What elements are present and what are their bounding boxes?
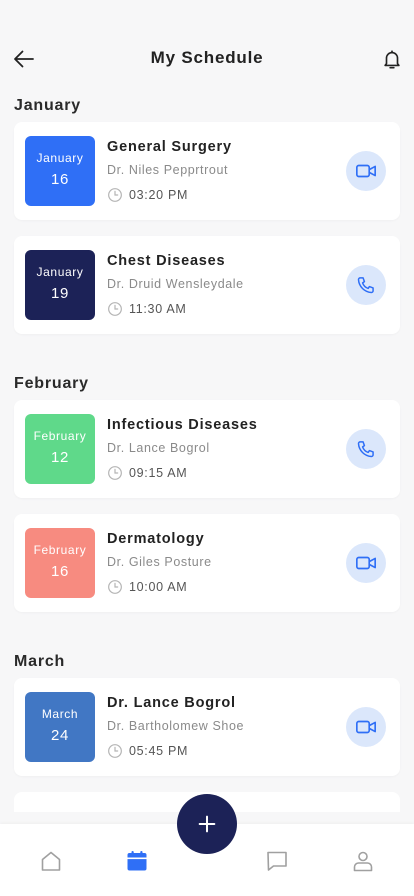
bell-icon xyxy=(384,50,400,69)
date-month: February xyxy=(33,543,87,557)
date-month: February xyxy=(33,429,87,443)
phone-call-button[interactable] xyxy=(346,429,386,469)
date-month: January xyxy=(36,151,84,165)
time-text: 11:30 AM xyxy=(129,302,187,316)
doctor-name: Dr. Giles Posture xyxy=(107,555,212,569)
date-tile: January 16 xyxy=(25,136,95,206)
time-text: 05:45 PM xyxy=(129,744,189,758)
nav-profile[interactable] xyxy=(350,848,376,874)
appointment-time: 11:30 AM xyxy=(107,301,187,317)
doctor-name: Dr. Niles Pepprtrout xyxy=(107,163,229,177)
appointment-title: Infectious Diseases xyxy=(107,417,258,433)
appointment-time: 09:15 AM xyxy=(107,465,187,481)
video-call-icon xyxy=(356,720,376,734)
clock-icon xyxy=(108,744,122,758)
nav-home[interactable] xyxy=(38,848,64,874)
home-icon xyxy=(41,851,61,871)
appointment-title: Chest Diseases xyxy=(107,253,226,269)
doctor-name: Dr. Lance Bogrol xyxy=(107,441,210,455)
appointment-card[interactable]: February 16 Dermatology Dr. Giles Posture 10… xyxy=(14,514,400,612)
clock-icon xyxy=(108,580,122,594)
video-call-button[interactable] xyxy=(346,543,386,583)
appointment-time: 10:00 AM xyxy=(107,579,187,595)
add-appointment-button[interactable] xyxy=(177,794,237,854)
date-tile: February 16 xyxy=(25,528,95,598)
plus-icon xyxy=(198,815,216,833)
phone-icon xyxy=(357,441,374,458)
doctor-name: Dr. Druid Wensleydale xyxy=(107,277,244,291)
video-call-icon xyxy=(356,164,376,178)
notification-button[interactable] xyxy=(378,45,406,73)
appointment-title: Dermatology xyxy=(107,531,205,547)
date-day: 24 xyxy=(51,727,69,744)
video-call-button[interactable] xyxy=(346,151,386,191)
phone-icon xyxy=(357,277,374,294)
appointment-title: Dr. Lance Bogrol xyxy=(107,695,236,711)
clock-icon xyxy=(108,188,122,202)
appointment-time: 03:20 PM xyxy=(107,187,188,203)
video-call-button[interactable] xyxy=(346,707,386,747)
video-call-icon xyxy=(356,556,376,570)
phone-call-button[interactable] xyxy=(346,265,386,305)
nav-messages[interactable] xyxy=(264,848,290,874)
appointment-card[interactable]: March 24 Dr. Lance Bogrol Dr. Bartholomew S… xyxy=(14,678,400,776)
date-tile: February 12 xyxy=(25,414,95,484)
time-text: 09:15 AM xyxy=(129,466,188,480)
schedule-list: January January 16 General Surgery Dr. Niles… xyxy=(0,90,414,830)
time-text: 10:00 AM xyxy=(129,580,188,594)
date-month: March xyxy=(41,707,79,721)
calendar-icon xyxy=(127,851,147,871)
header: My Schedule xyxy=(0,0,414,90)
date-month: January xyxy=(36,265,84,279)
appointment-time: 05:45 PM xyxy=(107,743,188,759)
time-text: 03:20 PM xyxy=(129,188,189,202)
doctor-name: Dr. Bartholomew Shoe xyxy=(107,719,245,733)
nav-schedule[interactable] xyxy=(124,848,150,874)
date-tile: January 19 xyxy=(25,250,95,320)
date-tile: March 24 xyxy=(25,692,95,762)
month-group-february: February February 12 Infectious Diseases Dr.… xyxy=(0,368,414,646)
month-heading: February xyxy=(14,375,89,392)
month-heading: January xyxy=(14,97,81,114)
appointment-card[interactable]: January 16 General Surgery Dr. Niles Pepprt… xyxy=(14,122,400,220)
clock-icon xyxy=(108,466,122,480)
month-group-january: January January 16 General Surgery Dr. Niles… xyxy=(0,90,414,368)
date-day: 19 xyxy=(51,285,69,302)
page-title: My Schedule xyxy=(150,48,264,67)
date-day: 16 xyxy=(51,171,69,188)
appointment-title: General Surgery xyxy=(107,139,232,155)
date-day: 12 xyxy=(51,449,69,466)
clock-icon xyxy=(108,302,122,316)
appointment-card[interactable]: January 19 Chest Diseases Dr. Druid Wensley… xyxy=(14,236,400,334)
date-day: 16 xyxy=(51,563,69,580)
month-heading: March xyxy=(14,653,66,670)
appointment-card[interactable]: February 12 Infectious Diseases Dr. Lance B… xyxy=(14,400,400,498)
profile-icon xyxy=(353,851,373,872)
chat-icon xyxy=(267,851,287,871)
